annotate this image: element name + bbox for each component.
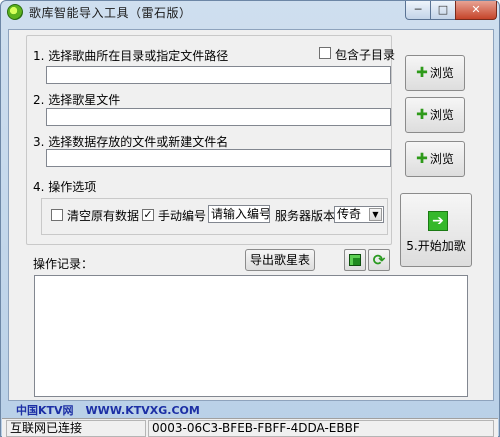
browse-song-path-button[interactable]: ✚ 浏览 [405,55,465,91]
browse-label: 浏览 [429,108,454,122]
singer-file-input[interactable] [46,108,391,126]
window-title: 歌库智能导入工具（雷石版） [29,6,192,20]
machine-id: 0003-06C3-BFEB-FBFF-4DDA-EBBF [148,420,494,437]
start-import-button[interactable]: ➔ 5.开始加歌 [400,193,472,267]
server-version-label: 服务器版本 [275,209,336,223]
title-bar: 歌库智能导入工具（雷石版） ─ □ ✕ [1,1,499,23]
log-label: 操作记录： [33,257,94,271]
clear-data-label: 清空原有数据 [67,209,140,223]
song-path-input[interactable] [46,66,391,84]
cube-button[interactable] [344,249,366,271]
server-version-value: 传奇 [337,207,362,221]
refresh-icon: ⟳ [372,251,386,269]
browse-label: 浏览 [429,66,454,80]
step2-label: 2. 选择歌星文件 [33,93,121,107]
browse-singer-file-button[interactable]: ✚ 浏览 [405,97,465,133]
plus-icon: ✚ [416,107,428,123]
include-subdirs-checkbox[interactable] [319,47,331,59]
number-input[interactable]: 请输入编号 [208,205,270,223]
footer-brand: 中国KTV网 WWW.KTVXG.COM [16,402,200,418]
plus-icon: ✚ [416,65,428,81]
data-file-input[interactable] [46,149,391,167]
plus-icon: ✚ [416,151,428,167]
step4-label: 4. 操作选项 [33,180,97,194]
clear-data-checkbox[interactable] [51,209,63,221]
maximize-button[interactable]: □ [430,1,456,20]
chevron-down-icon[interactable]: ▼ [369,208,382,221]
app-icon [7,4,23,20]
cube-icon [349,254,361,266]
brand-name: 中国KTV网 [16,404,74,417]
refresh-button[interactable]: ⟳ [368,249,390,271]
include-subdirs-label: 包含子目录 [335,48,396,62]
minimize-button[interactable]: ─ [405,1,431,20]
browse-data-file-button[interactable]: ✚ 浏览 [405,141,465,177]
arrow-right-icon: ➔ [428,211,448,231]
step3-label: 3. 选择数据存放的文件或新建文件名 [33,135,229,149]
start-import-label: 5.开始加歌 [406,239,466,253]
manual-number-label: 手动编号 [158,209,207,223]
close-button[interactable]: ✕ [455,1,497,20]
brand-url[interactable]: WWW.KTVXG.COM [86,404,200,417]
log-textarea[interactable] [34,275,468,397]
status-bar: 互联网已连接 0003-06C3-BFEB-FBFF-4DDA-EBBF [2,418,498,437]
step1-label: 1. 选择歌曲所在目录或指定文件路径 [33,49,229,63]
connection-status: 互联网已连接 [6,420,146,437]
server-version-select[interactable]: 传奇 ▼ [334,206,384,223]
browse-label: 浏览 [429,152,454,166]
export-singers-button[interactable]: 导出歌星表 [245,249,315,271]
manual-number-checkbox[interactable]: ✓ [142,209,154,221]
app-window: 歌库智能导入工具（雷石版） ─ □ ✕ 1. 选择歌曲所在目录或指定文件路径 包… [0,0,500,437]
